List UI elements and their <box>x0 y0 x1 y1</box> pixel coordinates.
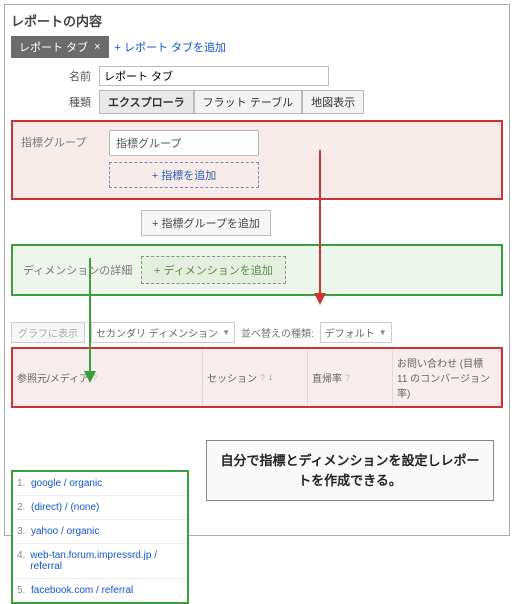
graph-toggle-button[interactable]: グラフに表示 <box>11 322 85 343</box>
header-goal[interactable]: お問い合わせ (目標 11 のコンバージョン率) <box>393 349 501 406</box>
type-flat-button[interactable]: フラット テーブル <box>194 90 302 114</box>
sort-desc-icon: ↓ <box>268 372 273 383</box>
source-link[interactable]: facebook.com / referral <box>31 585 133 596</box>
report-tab[interactable]: レポート タブ × <box>11 36 109 58</box>
add-tab-link[interactable]: + レポート タブを追加 <box>115 39 227 55</box>
add-metric-group-button[interactable]: + 指標グループを追加 <box>141 210 271 236</box>
control-bar: グラフに表示 セカンダリ ディメンション▼ 並べ替えの種類: デフォルト▼ <box>11 322 503 343</box>
annotation-callout: 自分で指標とディメンションを設定しレポートを作成できる。 <box>206 440 494 501</box>
tab-label: レポート タブ <box>19 39 88 55</box>
metric-group-field[interactable]: 指標グループ <box>109 130 259 156</box>
add-metric-button[interactable]: + 指標を追加 <box>109 162 259 188</box>
help-icon: ? <box>92 373 97 383</box>
dimension-label: ディメンションの詳細 <box>23 262 133 278</box>
list-item[interactable]: 1.google / organic <box>13 472 187 496</box>
row-number: 5. <box>17 585 31 596</box>
list-item[interactable]: 2.(direct) / (none) <box>13 496 187 520</box>
row-number: 2. <box>17 502 31 513</box>
header-bounce[interactable]: 直帰率? <box>308 349 393 406</box>
source-link[interactable]: web-tan.forum.impressrd.jp / referral <box>30 550 183 572</box>
header-sessions[interactable]: セッション? ↓ <box>203 349 308 406</box>
source-list: 1.google / organic2.(direct) / (none)3.y… <box>11 470 189 604</box>
chevron-down-icon: ▼ <box>222 328 230 337</box>
chevron-down-icon: ▼ <box>379 328 387 337</box>
secondary-dimension-select[interactable]: セカンダリ ディメンション▼ <box>91 322 235 343</box>
page-title: レポートの内容 <box>11 11 503 30</box>
source-link[interactable]: yahoo / organic <box>31 526 99 537</box>
list-item[interactable]: 3.yahoo / organic <box>13 520 187 544</box>
list-item[interactable]: 4.web-tan.forum.impressrd.jp / referral <box>13 544 187 579</box>
metric-group-box: 指標グループ 指標グループ + 指標を追加 <box>11 120 503 200</box>
metric-group-label: 指標グループ <box>21 130 101 188</box>
name-input[interactable] <box>99 66 329 86</box>
help-icon: ? <box>260 373 265 383</box>
sort-select[interactable]: デフォルト▼ <box>320 322 392 343</box>
header-source[interactable]: 参照元/メディア? <box>13 349 203 406</box>
name-label: 名前 <box>11 68 99 84</box>
list-item[interactable]: 5.facebook.com / referral <box>13 579 187 602</box>
add-dimension-button[interactable]: + ディメンションを追加 <box>141 256 286 284</box>
help-icon: ? <box>345 373 350 383</box>
type-label: 種類 <box>11 94 99 110</box>
table-header: 参照元/メディア? セッション? ↓ 直帰率? お問い合わせ (目標 11 のコ… <box>11 347 503 408</box>
tab-bar: レポート タブ × + レポート タブを追加 <box>11 36 503 58</box>
dimension-box: ディメンションの詳細 + ディメンションを追加 <box>11 244 503 296</box>
source-link[interactable]: google / organic <box>31 478 102 489</box>
sort-label: 並べ替えの種類: <box>241 325 314 340</box>
type-explorer-button[interactable]: エクスプローラ <box>99 90 194 114</box>
source-link[interactable]: (direct) / (none) <box>31 502 99 513</box>
type-buttons: エクスプローラ フラット テーブル 地図表示 <box>99 90 364 114</box>
type-map-button[interactable]: 地図表示 <box>302 90 364 114</box>
row-number: 4. <box>17 550 30 572</box>
close-icon[interactable]: × <box>94 41 100 53</box>
row-number: 1. <box>17 478 31 489</box>
row-number: 3. <box>17 526 31 537</box>
